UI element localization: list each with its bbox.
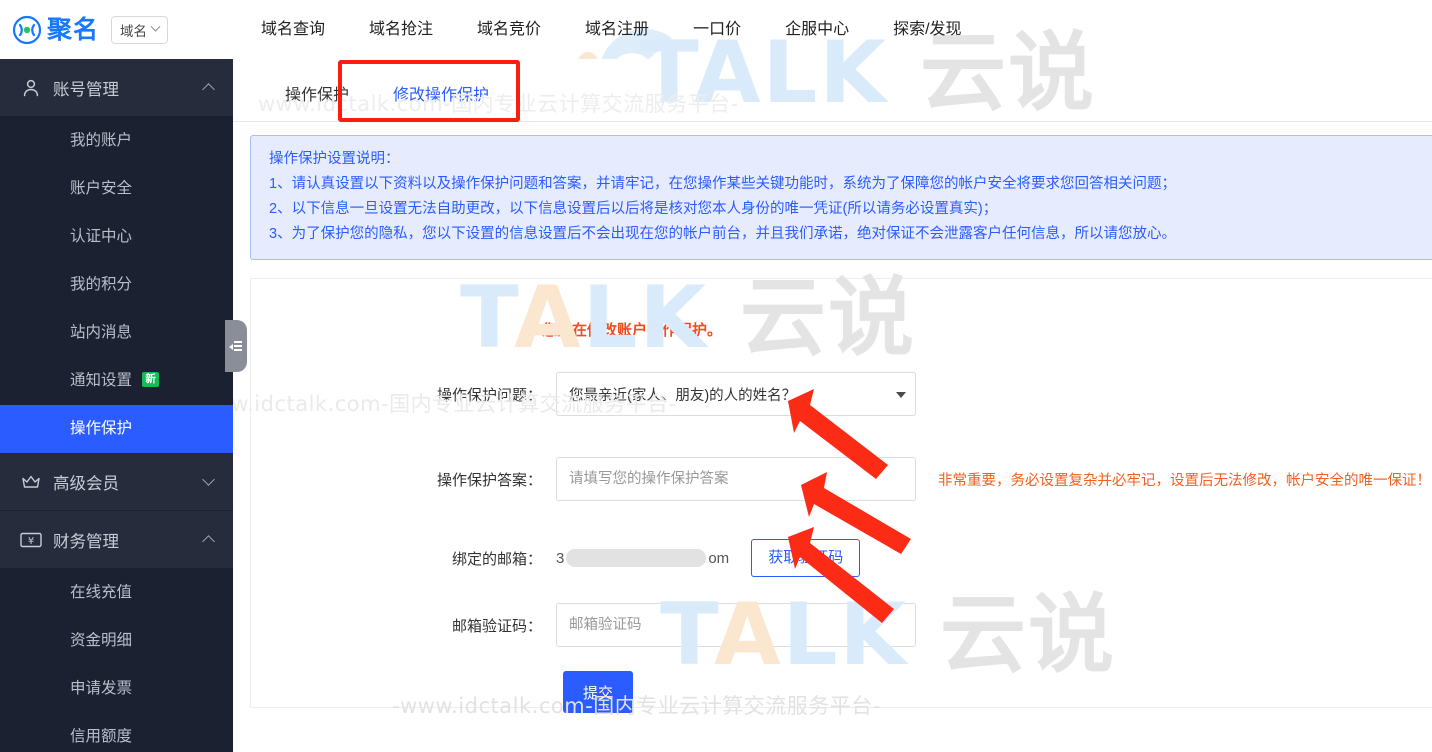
sidebar-item-my-account[interactable]: 我的账户	[0, 117, 233, 165]
logo-text: 聚名	[47, 15, 100, 44]
user-icon	[20, 77, 42, 99]
sidebar-item-label: 信用额度	[70, 728, 133, 745]
topnav-item-2[interactable]: 域名竞价	[455, 0, 563, 59]
money-icon: ¥	[20, 529, 42, 551]
topnav-item-6[interactable]: 探索/发现	[871, 0, 983, 59]
chevron-down-icon	[202, 473, 215, 486]
tab-operation-protection[interactable]: 操作保护	[263, 81, 371, 121]
topnav-item-4[interactable]: 一口价	[671, 0, 763, 59]
crown-icon	[20, 471, 42, 493]
chevron-up-icon	[202, 83, 215, 96]
tab-bar: 操作保护 修改操作保护	[233, 59, 1432, 122]
sidebar-item-apply-invoice[interactable]: 申请发票	[0, 665, 233, 713]
sidebar-item-online-recharge[interactable]: 在线充值	[0, 569, 233, 617]
question-select[interactable]: 您最亲近(家人、朋友)的人的姓名？	[556, 372, 916, 416]
juming-circle-logo-icon	[12, 15, 42, 45]
email-masked-region	[566, 549, 707, 567]
sidebar-group-vip-label: 高级会员	[53, 474, 119, 493]
sidebar-item-label: 资金明细	[70, 632, 133, 649]
new-badge: 新	[142, 372, 159, 387]
svg-text:¥: ¥	[28, 536, 34, 547]
dropdown-triangle-icon	[896, 392, 906, 398]
logo[interactable]: 聚名	[12, 15, 99, 45]
email-prefix: 3	[556, 549, 565, 567]
answer-label: 操作保护答案：	[436, 471, 542, 489]
sidebar-item-site-messages[interactable]: 站内消息	[0, 309, 233, 357]
submit-wrap: 提交	[563, 671, 633, 713]
submit-button[interactable]: 提交	[563, 671, 633, 713]
top-navigation: 域名查询 域名抢注 域名竞价 域名注册 一口价 企服中心 探索/发现	[233, 0, 1432, 59]
topnav-item-5[interactable]: 企服中心	[763, 0, 871, 59]
tab-modify-operation-protection[interactable]: 修改操作保护	[371, 81, 511, 121]
form-row-answer: 操作保护答案： 非常重要，务必设置复杂并必牢记，设置后无法修改，帐户安全的唯一保…	[416, 457, 1431, 501]
chevron-down-icon	[150, 21, 161, 32]
sidebar-group-finance[interactable]: ¥ 财务管理	[0, 511, 233, 569]
form-row-question: 操作保护问题： 您最亲近(家人、朋友)的人的姓名？	[416, 372, 916, 416]
sidebar-item-label: 账户安全	[70, 180, 133, 197]
topnav-item-3[interactable]: 域名注册	[563, 0, 671, 59]
form-panel: 您正在修改账户操作保护。 操作保护问题： 您最亲近(家人、朋友)的人的姓名？ 操…	[250, 278, 1432, 713]
sidebar-group-vip[interactable]: 高级会员	[0, 453, 233, 511]
form-row-code: 邮箱验证码：	[416, 603, 916, 647]
domain-type-selector[interactable]: 域名	[111, 15, 169, 44]
collapse-sidebar-icon	[229, 341, 242, 351]
topnav-item-0[interactable]: 域名查询	[233, 0, 347, 59]
answer-hint: 非常重要，务必设置复杂并必牢记，设置后无法修改，帐户安全的唯一保证！	[938, 472, 1431, 489]
notice-title: 操作保护设置说明：	[269, 151, 400, 167]
question-select-value: 您最亲近(家人、朋友)的人的姓名？	[569, 387, 797, 404]
notice-box: 操作保护设置说明： 1、请认真设置以下资料以及操作保护问题和答案，并请牢记，在您…	[250, 135, 1432, 260]
form-row-email: 绑定的邮箱： 3 om 获取验证码	[416, 539, 861, 577]
email-suffix: om	[708, 549, 730, 567]
sidebar-item-notification-settings[interactable]: 通知设置 新	[0, 357, 233, 405]
answer-input[interactable]	[556, 457, 916, 501]
sidebar-item-label: 我的账户	[70, 132, 133, 149]
notice-line-3: 3、为了保护您的隐私，您以下设置的信息设置后不会出现在您的帐户前台，并且我们承诺…	[269, 226, 1177, 242]
get-verification-code-button[interactable]: 获取验证码	[751, 539, 861, 577]
sidebar-group-finance-label: 财务管理	[53, 532, 119, 551]
question-select-wrap: 您最亲近(家人、朋友)的人的姓名？	[556, 372, 916, 416]
form-title: 您正在修改账户操作保护。	[542, 322, 723, 339]
sidebar-collapse-handle[interactable]	[225, 320, 247, 372]
topnav-item-1[interactable]: 域名抢注	[347, 0, 455, 59]
brand-bar: 聚名 域名	[0, 0, 233, 59]
main-content: 操作保护 修改操作保护 操作保护设置说明： 1、请认真设置以下资料以及操作保护问…	[233, 59, 1432, 752]
sidebar-item-label: 申请发票	[70, 680, 133, 697]
sidebar-item-label: 站内消息	[70, 324, 133, 341]
sidebar-item-label: 认证中心	[70, 228, 133, 245]
sidebar-item-label: 我的积分	[70, 276, 133, 293]
email-code-input[interactable]	[556, 603, 916, 647]
chevron-up-icon	[202, 535, 215, 548]
question-label: 操作保护问题：	[436, 386, 542, 404]
notice-line-2: 2、以下信息一旦设置无法自助更改，以下信息设置后以后将是核对您本人身份的唯一凭证…	[269, 201, 998, 217]
sidebar-group-account[interactable]: 账号管理	[0, 59, 233, 117]
bound-email-value: 3 om	[556, 549, 729, 567]
notice-line-1: 1、请认真设置以下资料以及操作保护问题和答案，并请牢记，在您操作某些关键功能时，…	[269, 176, 1177, 192]
sidebar-item-certification-center[interactable]: 认证中心	[0, 213, 233, 261]
code-input-wrap	[556, 603, 916, 647]
sidebar-item-label: 操作保护	[70, 420, 133, 437]
sidebar-item-operation-protection[interactable]: 操作保护	[0, 405, 233, 453]
sidebar-item-fund-details[interactable]: 资金明细	[0, 617, 233, 665]
sidebar-item-label: 在线充值	[70, 584, 133, 601]
sidebar-item-label: 通知设置	[70, 372, 133, 389]
page-root: TALK 云说 www.idctalk.com-国内专业云计算交流服务平台- T…	[0, 0, 1432, 752]
sidebar-item-my-points[interactable]: 我的积分	[0, 261, 233, 309]
answer-input-wrap	[556, 457, 916, 501]
sidebar: 账号管理 我的账户 账户安全 认证中心 我的积分 站内消息 通知设置 新 操作保…	[0, 59, 233, 752]
sidebar-item-credit-limit[interactable]: 信用额度	[0, 713, 233, 752]
sidebar-item-account-security[interactable]: 账户安全	[0, 165, 233, 213]
domain-type-selector-label: 域名	[120, 23, 148, 39]
code-label: 邮箱验证码：	[451, 617, 542, 635]
email-label: 绑定的邮箱：	[451, 550, 542, 568]
sidebar-group-account-label: 账号管理	[53, 80, 119, 99]
